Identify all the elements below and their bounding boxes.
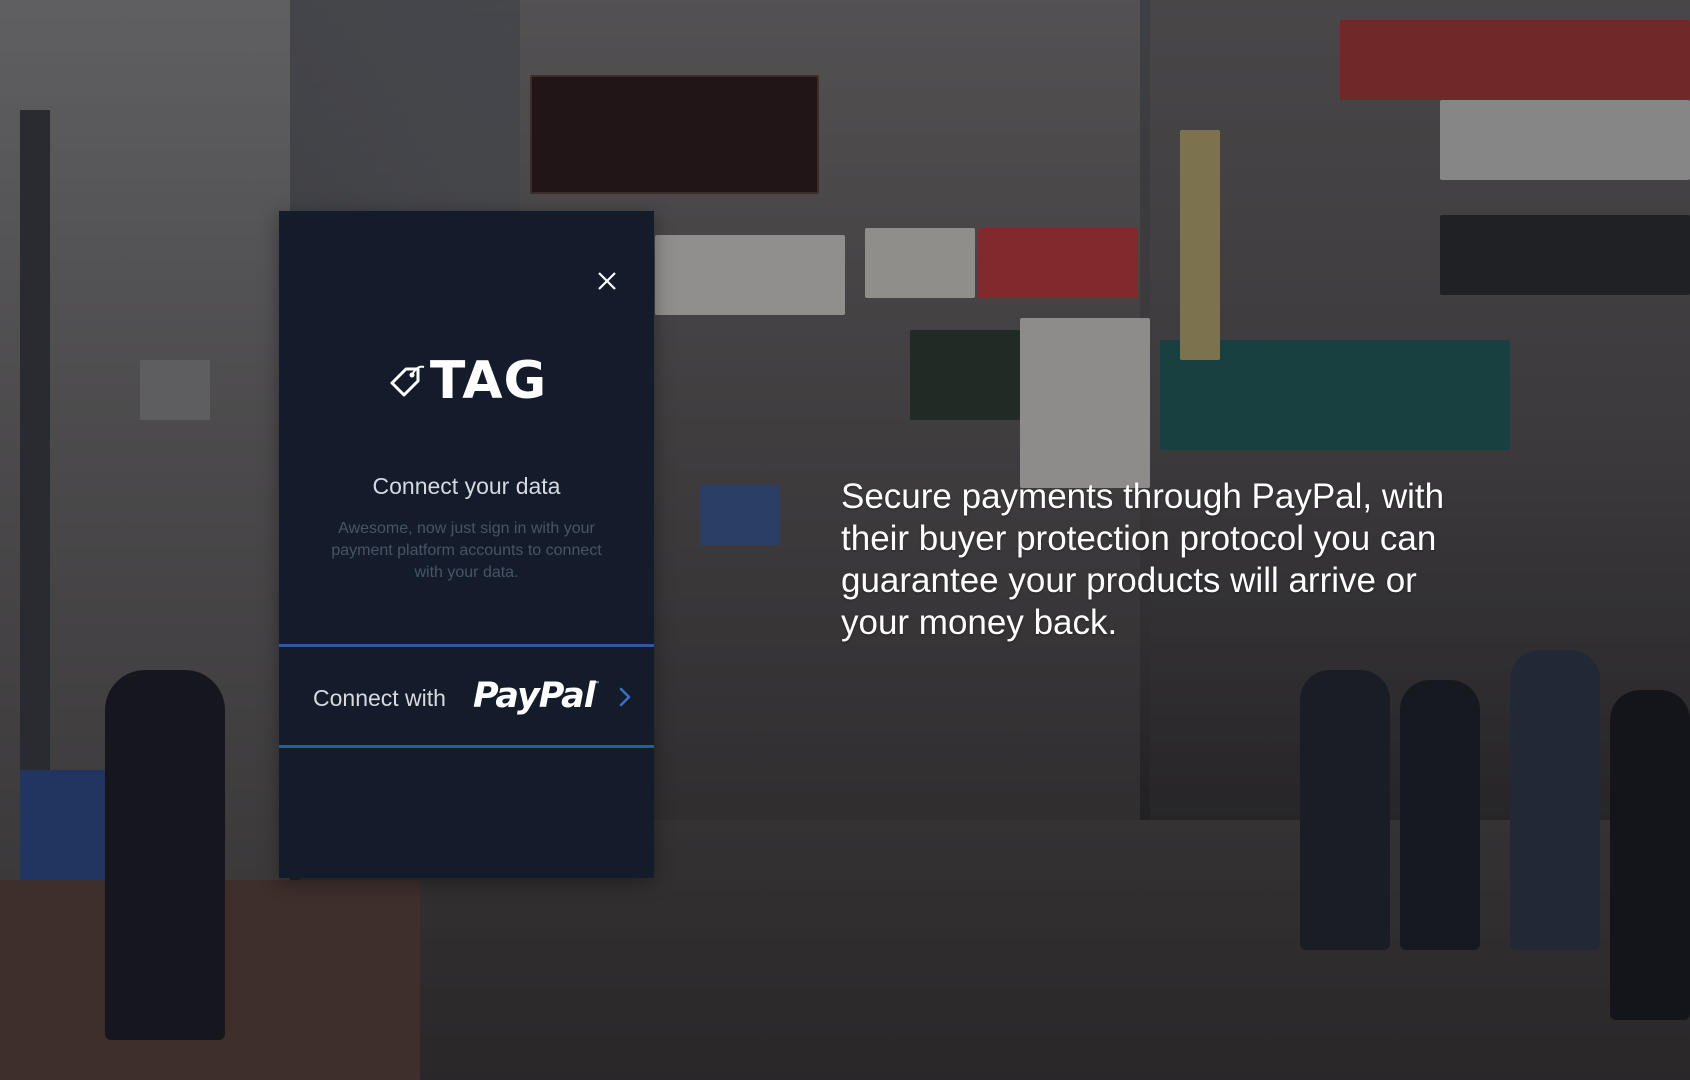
connect-paypal-button[interactable]: Connect with PayPal ™ <box>279 644 654 748</box>
close-button[interactable] <box>594 268 620 294</box>
tag-logo: TAG <box>279 351 654 411</box>
panel-description: Awesome, now just sign in with your paym… <box>331 520 602 581</box>
panel-title: Connect your data <box>372 473 561 499</box>
logo-text: TAG <box>429 351 548 411</box>
connect-label: Connect with <box>313 685 446 711</box>
paypal-trademark: ™ <box>593 681 599 687</box>
hero-text: Secure payments through PayPal, with the… <box>841 477 1445 642</box>
tag-icon <box>390 365 425 397</box>
close-icon <box>598 272 616 290</box>
paypal-logo: PayPal <box>473 676 596 716</box>
chevron-right-icon <box>619 687 631 707</box>
connect-panel: TAG Connect your data Awesome, now just … <box>279 211 654 878</box>
